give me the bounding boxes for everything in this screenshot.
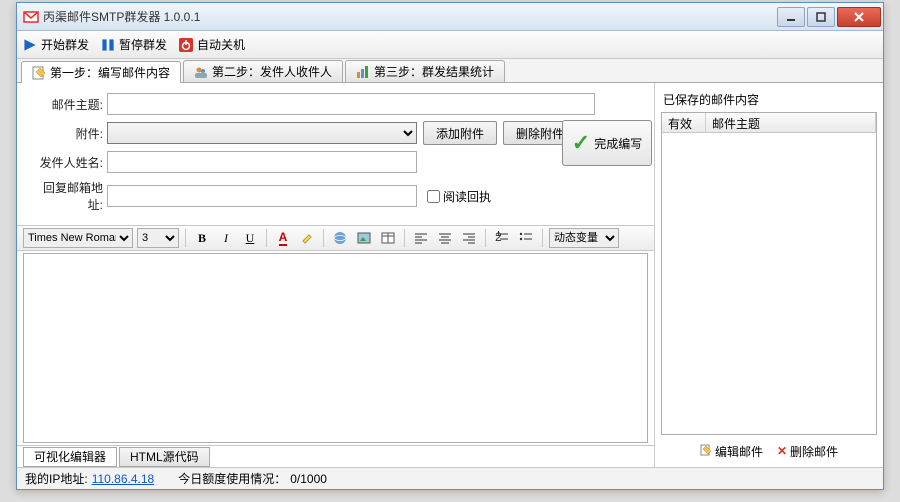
font-color-button[interactable]: A	[273, 228, 293, 248]
bold-button[interactable]: B	[192, 228, 212, 248]
separator	[266, 229, 267, 247]
finish-compose-label: 完成编写	[594, 135, 642, 152]
delete-mail-button[interactable]: ✕ 删除邮件	[777, 443, 838, 460]
col-valid: 有效	[662, 113, 706, 132]
separator	[185, 229, 186, 247]
font-size-select[interactable]: 3	[137, 228, 179, 248]
app-icon	[23, 9, 39, 25]
tab-step2-label: 第二步：发件人收件人	[212, 63, 332, 80]
auto-shutdown-button[interactable]: 自动关机	[179, 36, 245, 53]
align-left-button[interactable]	[411, 228, 431, 248]
read-receipt-label: 阅读回执	[443, 188, 491, 205]
saved-mails-list[interactable]: 有效 邮件主题	[661, 112, 877, 435]
ip-link[interactable]: 110.86.4.18	[92, 472, 155, 486]
attachment-label: 附件:	[29, 125, 107, 142]
play-icon	[23, 38, 37, 52]
main-toolbar: 开始群发 暂停群发 自动关机	[17, 31, 883, 59]
align-center-button[interactable]	[435, 228, 455, 248]
dynamic-variable-select[interactable]: 动态变量	[549, 228, 619, 248]
link-button[interactable]	[330, 228, 350, 248]
reply-email-input[interactable]	[107, 185, 417, 207]
tab-step1[interactable]: 第一步：编写邮件内容	[21, 61, 181, 83]
ip-label: 我的IP地址:	[25, 470, 88, 487]
attachment-select[interactable]	[107, 122, 417, 144]
col-subject: 邮件主题	[706, 113, 876, 132]
compose-form: 邮件主题: 附件: 添加附件 删除附件 发件人姓名: 回复邮箱地址:	[17, 83, 654, 225]
quota-value: 0/1000	[290, 472, 327, 486]
step-tabs: 第一步：编写邮件内容 第二步：发件人收件人 第三步：群发结果统计	[17, 59, 883, 83]
editor-toolbar: Times New Roman 3 B I U A 12	[17, 225, 654, 251]
subject-label: 邮件主题:	[29, 96, 107, 113]
finish-compose-button[interactable]: ✓ 完成编写	[562, 120, 652, 166]
tab-step3[interactable]: 第三步：群发结果统计	[345, 60, 505, 82]
separator	[404, 229, 405, 247]
minimize-button[interactable]	[777, 7, 805, 27]
left-panel: 邮件主题: 附件: 添加附件 删除附件 发件人姓名: 回复邮箱地址:	[17, 83, 655, 467]
auto-shutdown-label: 自动关机	[197, 36, 245, 53]
align-right-button[interactable]	[459, 228, 479, 248]
start-send-label: 开始群发	[41, 36, 89, 53]
app-window: 丙渠邮件SMTP群发器 1.0.0.1 开始群发 暂停群发 自动关机 第一步：编…	[16, 2, 884, 490]
delete-icon: ✕	[777, 444, 787, 458]
start-send-button[interactable]: 开始群发	[23, 36, 89, 53]
separator	[485, 229, 486, 247]
font-family-select[interactable]: Times New Roman	[23, 228, 133, 248]
svg-text:2: 2	[495, 231, 502, 244]
pause-icon	[101, 38, 115, 52]
ordered-list-button[interactable]: 12	[492, 228, 512, 248]
maximize-button[interactable]	[807, 7, 835, 27]
status-bar: 我的IP地址: 110.86.4.18 今日额度使用情况： 0/1000	[17, 467, 883, 489]
close-button[interactable]	[837, 7, 881, 27]
unordered-list-button[interactable]	[516, 228, 536, 248]
saved-mail-actions: 编辑邮件 ✕ 删除邮件	[661, 439, 877, 463]
editor-mode-tabs: 可视化编辑器 HTML源代码	[17, 445, 654, 467]
right-panel: 已保存的邮件内容 有效 邮件主题 编辑邮件 ✕ 删除邮件	[655, 83, 883, 467]
tab-step2[interactable]: 第二步：发件人收件人	[183, 60, 343, 82]
pause-send-button[interactable]: 暂停群发	[101, 36, 167, 53]
titlebar: 丙渠邮件SMTP群发器 1.0.0.1	[17, 3, 883, 31]
separator	[542, 229, 543, 247]
separator	[323, 229, 324, 247]
tab-step1-label: 第一步：编写邮件内容	[50, 64, 170, 81]
reply-email-label: 回复邮箱地址:	[29, 179, 107, 213]
visual-editor-tab[interactable]: 可视化编辑器	[23, 447, 117, 467]
sender-name-label: 发件人姓名:	[29, 154, 107, 171]
people-icon	[194, 65, 208, 79]
quota-label: 今日额度使用情况：	[178, 470, 286, 487]
italic-button[interactable]: I	[216, 228, 236, 248]
power-icon	[179, 38, 193, 52]
subject-input[interactable]	[107, 93, 595, 115]
sender-name-input[interactable]	[107, 151, 417, 173]
stats-icon	[356, 65, 370, 79]
html-source-tab[interactable]: HTML源代码	[119, 447, 210, 467]
read-receipt-checkbox[interactable]	[427, 190, 440, 203]
pause-send-label: 暂停群发	[119, 36, 167, 53]
editor-textarea[interactable]	[23, 253, 648, 443]
image-button[interactable]	[354, 228, 374, 248]
tab-step3-label: 第三步：群发结果统计	[374, 63, 494, 80]
edit-mail-label: 编辑邮件	[715, 443, 763, 460]
edit-mail-button[interactable]: 编辑邮件	[700, 443, 763, 460]
table-button[interactable]	[378, 228, 398, 248]
window-controls	[777, 7, 881, 27]
delete-mail-label: 删除邮件	[790, 443, 838, 460]
saved-mails-title: 已保存的邮件内容	[663, 91, 877, 108]
edit-icon	[32, 66, 46, 80]
main-area: 邮件主题: 附件: 添加附件 删除附件 发件人姓名: 回复邮箱地址:	[17, 83, 883, 467]
saved-list-header: 有效 邮件主题	[662, 113, 876, 133]
highlight-button[interactable]	[297, 228, 317, 248]
checkmark-icon: ✓	[572, 130, 590, 156]
underline-button[interactable]: U	[240, 228, 260, 248]
edit-icon	[700, 444, 712, 459]
window-title: 丙渠邮件SMTP群发器 1.0.0.1	[43, 8, 777, 25]
add-attachment-button[interactable]: 添加附件	[423, 121, 497, 145]
